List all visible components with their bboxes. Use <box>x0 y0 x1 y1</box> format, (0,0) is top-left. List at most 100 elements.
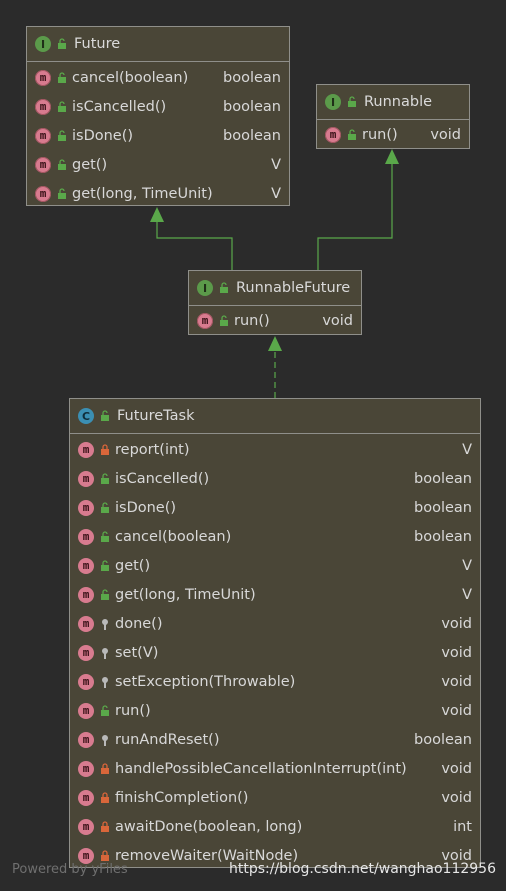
private-lock-icon <box>99 820 111 834</box>
method-name: cancel(boolean) <box>115 528 232 545</box>
method-name: finishCompletion() <box>115 789 249 806</box>
future-methods: m cancel(boolean) boolean m isCancelled(… <box>27 62 289 208</box>
method-row[interactable]: m isDone() boolean <box>27 121 289 150</box>
public-lock-icon <box>56 71 68 85</box>
interface-icon: I <box>197 280 213 296</box>
method-type: boolean <box>223 98 281 115</box>
method-name: isDone() <box>115 499 177 516</box>
interface-icon: I <box>325 94 341 110</box>
protected-key-icon <box>99 675 111 689</box>
method-row[interactable]: m run() void <box>70 696 480 725</box>
method-type: void <box>441 702 472 719</box>
runnablefuture-header: I RunnableFuture <box>189 271 361 306</box>
method-type: V <box>462 441 472 458</box>
public-lock-icon <box>99 501 111 515</box>
method-row[interactable]: m runAndReset() boolean <box>70 725 480 754</box>
method-name: get(long, TimeUnit) <box>115 586 256 603</box>
method-row[interactable]: m isDone() boolean <box>70 493 480 522</box>
method-row[interactable]: m get(long, TimeUnit) V <box>27 179 289 208</box>
method-row[interactable]: m run() void <box>189 306 361 335</box>
abstract-method-icon: m <box>35 156 51 173</box>
method-icon: m <box>78 499 94 516</box>
method-name: isCancelled() <box>72 98 167 115</box>
method-row[interactable]: m finishCompletion() void <box>70 783 480 812</box>
method-row[interactable]: m get() V <box>70 551 480 580</box>
class-icon: C <box>78 408 94 424</box>
arrowhead-runnable <box>385 149 399 164</box>
public-lock-icon <box>56 37 68 51</box>
method-name: runAndReset() <box>115 731 220 748</box>
method-name: done() <box>115 615 163 632</box>
edge-runnablefuture-to-future <box>156 222 233 270</box>
method-type: int <box>453 818 472 835</box>
runnable-header: I Runnable <box>317 85 469 120</box>
method-name: cancel(boolean) <box>72 69 189 86</box>
method-icon: m <box>78 673 94 690</box>
method-type: V <box>462 557 472 574</box>
future-title: Future <box>74 36 121 52</box>
abstract-method-icon: m <box>35 127 51 144</box>
method-icon: m <box>78 528 94 545</box>
method-row[interactable]: m set(V) void <box>70 638 480 667</box>
method-icon: m <box>78 702 94 719</box>
method-icon: m <box>78 644 94 661</box>
abstract-method-icon: m <box>35 98 51 115</box>
method-name: set(V) <box>115 644 159 661</box>
method-name: run() <box>234 312 270 329</box>
future-interface-box[interactable]: I Future m cancel(boolean) boolean m isC… <box>26 26 290 206</box>
private-lock-icon <box>99 849 111 863</box>
method-type: void <box>322 312 353 329</box>
method-type: void <box>441 673 472 690</box>
method-type: boolean <box>414 731 472 748</box>
method-icon: m <box>78 586 94 603</box>
method-row[interactable]: m cancel(boolean) boolean <box>70 522 480 551</box>
method-row[interactable]: m get() V <box>27 150 289 179</box>
method-row[interactable]: m setException(Throwable) void <box>70 667 480 696</box>
private-lock-icon <box>99 791 111 805</box>
method-icon: m <box>78 789 94 806</box>
method-row[interactable]: m isCancelled() boolean <box>27 92 289 121</box>
method-row[interactable]: m get(long, TimeUnit) V <box>70 580 480 609</box>
public-lock-icon <box>346 95 358 109</box>
runnablefuture-interface-box[interactable]: I RunnableFuture m run() void <box>188 270 362 335</box>
runnable-title: Runnable <box>364 94 433 110</box>
method-row[interactable]: m done() void <box>70 609 480 638</box>
edge-runnablefuture-to-runnable <box>317 164 393 270</box>
method-row[interactable]: m report(int) V <box>70 435 480 464</box>
public-lock-icon <box>218 314 230 328</box>
powered-by-label: Powered by yFiles <box>12 862 128 877</box>
public-lock-icon <box>56 129 68 143</box>
futuretask-methods: m report(int) Vm isCancelled() boolean m isDon… <box>70 434 480 870</box>
method-icon: m <box>78 731 94 748</box>
public-lock-icon <box>56 187 68 201</box>
private-lock-icon <box>99 762 111 776</box>
futuretask-title: FutureTask <box>117 408 195 424</box>
method-type: void <box>441 644 472 661</box>
method-name: run() <box>115 702 151 719</box>
method-row[interactable]: m handlePossibleCancellationInterrupt(int… <box>70 754 480 783</box>
method-name: get() <box>72 156 108 173</box>
arrowhead-runnablefuture <box>268 336 282 351</box>
method-icon: m <box>78 615 94 632</box>
method-type: V <box>271 156 281 173</box>
method-row[interactable]: m run() void <box>317 120 469 149</box>
protected-key-icon <box>99 733 111 747</box>
method-row[interactable]: m isCancelled() boolean <box>70 464 480 493</box>
method-row[interactable]: m cancel(boolean) boolean <box>27 63 289 92</box>
method-type: void <box>441 760 472 777</box>
method-row[interactable]: m awaitDone(boolean, long) int <box>70 812 480 841</box>
public-lock-icon <box>56 158 68 172</box>
method-icon: m <box>78 557 94 574</box>
futuretask-header: C FutureTask <box>70 399 480 434</box>
futuretask-class-box[interactable]: C FutureTask m report(int) Vm isCancelled()… <box>69 398 481 868</box>
method-icon: m <box>78 470 94 487</box>
method-name: isDone() <box>72 127 134 144</box>
public-lock-icon <box>56 100 68 114</box>
method-icon: m <box>78 818 94 835</box>
public-lock-icon <box>218 281 230 295</box>
runnable-interface-box[interactable]: I Runnable m run() void <box>316 84 470 149</box>
abstract-method-icon: m <box>197 312 213 329</box>
method-type: void <box>441 789 472 806</box>
public-lock-icon <box>99 409 111 423</box>
method-type: boolean <box>223 127 281 144</box>
